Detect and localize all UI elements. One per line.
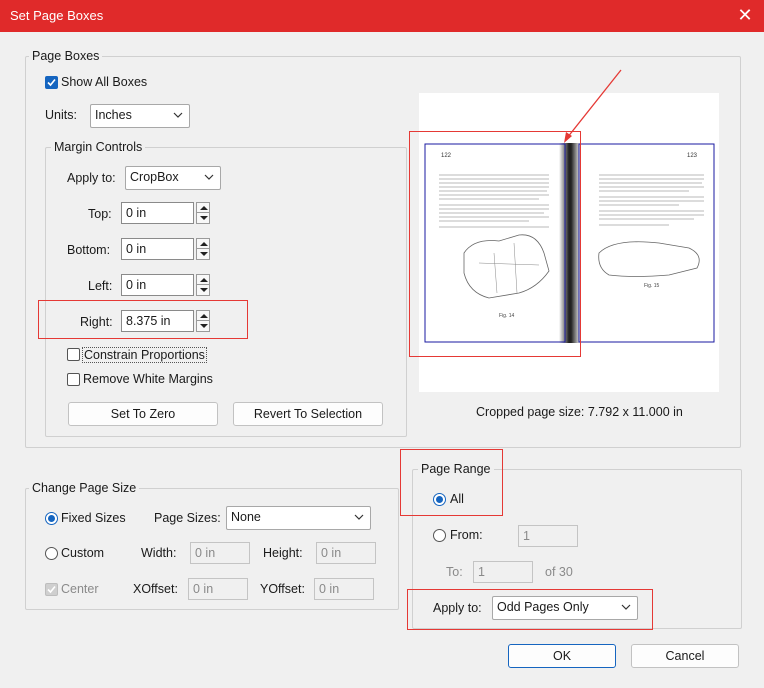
arrow-down-icon [200, 216, 208, 220]
width-input[interactable]: 0 in [190, 542, 250, 564]
arrow-up-icon [200, 206, 208, 210]
xoffset-input[interactable]: 0 in [188, 578, 248, 600]
left-label: Left: [88, 279, 113, 293]
units-label: Units: [45, 108, 77, 122]
arrow-down-icon [200, 252, 208, 256]
close-icon[interactable]: ✕ [736, 5, 754, 25]
right-stepper[interactable] [196, 310, 210, 332]
bottom-label: Bottom: [67, 243, 111, 257]
cancel-button[interactable]: Cancel [631, 644, 739, 668]
cropped-page-size: Cropped page size: 7.792 x 11.000 in [476, 405, 683, 419]
apply-to-value: CropBox [130, 170, 179, 184]
bottom-stepper[interactable] [196, 238, 210, 260]
chevron-down-icon [354, 514, 364, 520]
title-bar: Set Page Boxes ✕ [0, 0, 764, 32]
apply-to-label: Apply to: [67, 171, 116, 185]
bottom-input[interactable]: 0 in [121, 238, 194, 260]
margin-controls-legend: Margin Controls [51, 140, 146, 154]
custom-radio[interactable] [45, 547, 58, 560]
arrow-down-icon [200, 288, 208, 292]
top-input[interactable]: 0 in [121, 202, 194, 224]
page-range-apply-to-value: Odd Pages Only [497, 600, 589, 614]
chevron-down-icon [204, 174, 214, 180]
remove-white-margins-label: Remove White Margins [83, 372, 213, 386]
right-figure-caption: Fig. 15 [644, 283, 660, 289]
constrain-proportions-checkbox[interactable] [67, 348, 80, 361]
fixed-sizes-label: Fixed Sizes [61, 511, 126, 525]
ok-button[interactable]: OK [508, 644, 616, 668]
page-range-legend: Page Range [418, 462, 494, 476]
arrow-up-icon [200, 242, 208, 246]
to-input[interactable]: 1 [473, 561, 533, 583]
arrow-up-icon [200, 314, 208, 318]
page-sizes-value: None [231, 510, 261, 524]
xoffset-label: XOffset: [133, 582, 178, 596]
annotation-arrow-icon [564, 69, 622, 143]
remove-white-margins-checkbox[interactable] [67, 373, 80, 386]
height-label: Height: [263, 546, 303, 560]
right-label: Right: [80, 315, 113, 329]
custom-label: Custom [61, 546, 105, 560]
page-boxes-legend: Page Boxes [29, 49, 103, 63]
revert-to-selection-button[interactable]: Revert To Selection [233, 402, 383, 426]
top-stepper[interactable] [196, 202, 210, 224]
change-page-size-legend: Change Page Size [29, 481, 140, 495]
arrow-up-icon [200, 278, 208, 282]
page-count-label: of 30 [545, 565, 573, 579]
apply-to-select[interactable]: CropBox [125, 166, 221, 190]
page-sizes-label: Page Sizes: [154, 511, 221, 525]
constrain-proportions-label[interactable]: Constrain Proportions [82, 347, 207, 363]
set-to-zero-button[interactable]: Set To Zero [68, 402, 218, 426]
yoffset-input[interactable]: 0 in [314, 578, 374, 600]
yoffset-label: YOffset: [260, 582, 305, 596]
left-input[interactable]: 0 in [121, 274, 194, 296]
show-all-boxes-checkbox[interactable] [45, 76, 58, 89]
from-input[interactable]: 1 [518, 525, 578, 547]
checkmark-icon [47, 585, 56, 594]
show-all-boxes-label: Show All Boxes [61, 75, 148, 89]
window-title: Set Page Boxes [10, 8, 104, 23]
checkmark-icon [47, 78, 56, 87]
left-page-number: 122 [441, 153, 452, 159]
all-pages-radio[interactable] [433, 493, 446, 506]
page-range-apply-to-select[interactable]: Odd Pages Only [492, 596, 638, 620]
right-page-number: 123 [687, 153, 698, 159]
units-select[interactable]: Inches [90, 104, 190, 128]
arrow-down-icon [200, 324, 208, 328]
top-label: Top: [88, 207, 112, 221]
width-label: Width: [141, 546, 177, 560]
all-pages-label: All [450, 492, 464, 506]
height-input[interactable]: 0 in [316, 542, 376, 564]
right-input[interactable]: 8.375 in [121, 310, 194, 332]
chevron-down-icon [173, 112, 183, 118]
fixed-sizes-radio[interactable] [45, 512, 58, 525]
from-radio[interactable] [433, 529, 446, 542]
to-label: To: [446, 565, 463, 579]
from-label: From: [450, 528, 483, 542]
page-range-apply-to-label: Apply to: [433, 601, 482, 615]
center-label: Center [61, 582, 99, 596]
left-stepper[interactable] [196, 274, 210, 296]
chevron-down-icon [621, 604, 631, 610]
center-checkbox[interactable] [45, 583, 58, 596]
left-figure-caption: Fig. 14 [499, 313, 515, 319]
page-sizes-select[interactable]: None [226, 506, 371, 530]
units-value: Inches [95, 108, 132, 122]
